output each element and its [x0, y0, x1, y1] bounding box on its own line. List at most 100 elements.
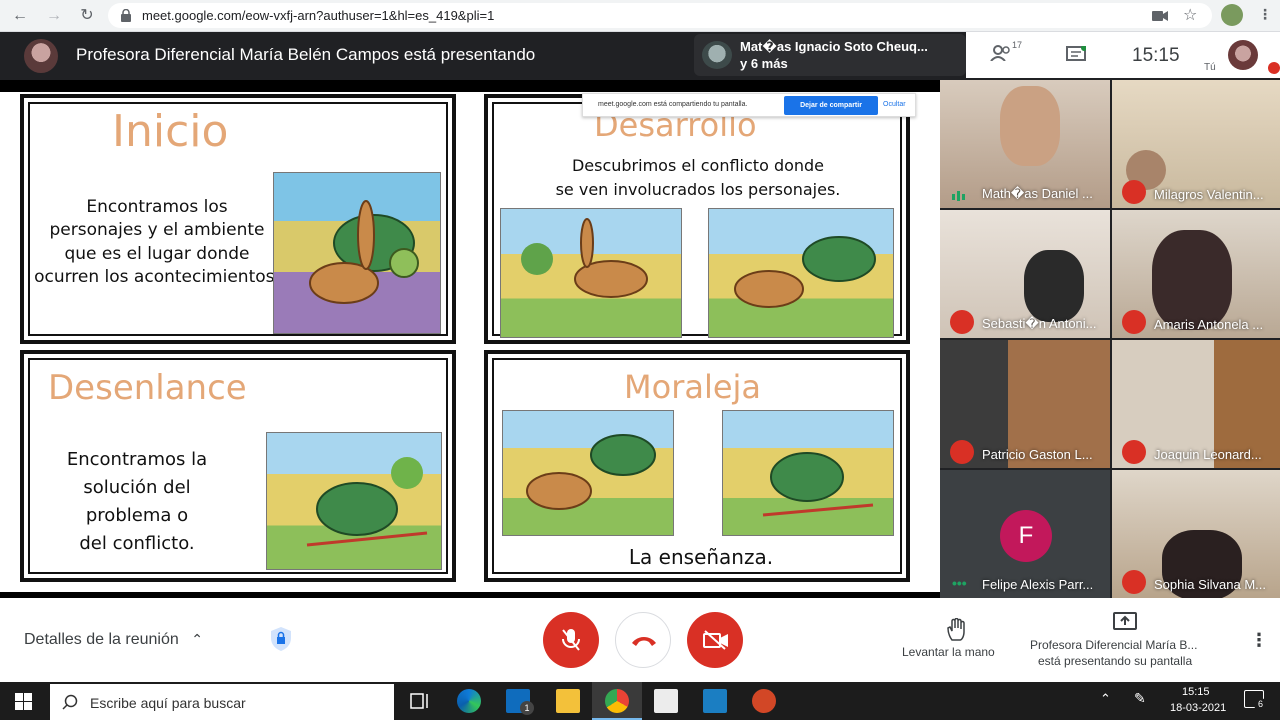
- powerpoint-icon[interactable]: [752, 689, 776, 713]
- panel-title: Moraleja: [624, 368, 762, 406]
- participant-name: Felipe Alexis Parr...: [982, 577, 1094, 592]
- people-count: 17: [1012, 40, 1023, 50]
- mail-icon[interactable]: 1: [506, 689, 534, 715]
- more-options-icon[interactable]: ⋮: [1250, 630, 1268, 651]
- forward-arrow-icon[interactable]: →: [44, 6, 64, 26]
- presenting-status-line1[interactable]: Profesora Diferencial María B...: [1030, 638, 1197, 652]
- end-call-button[interactable]: [615, 612, 671, 668]
- reload-icon[interactable]: ↻: [77, 6, 97, 26]
- notification-count: 6: [1254, 698, 1267, 711]
- meeting-details-button[interactable]: Detalles de la reunión ⌃: [24, 631, 203, 649]
- speaking-indicator-icon: [952, 188, 966, 201]
- photos-icon[interactable]: [703, 689, 727, 713]
- mic-muted-icon: [950, 440, 974, 464]
- you-label: Tú: [1204, 62, 1216, 73]
- task-view-icon[interactable]: [408, 689, 432, 713]
- meet-header: Profesora Diferencial María Belén Campos…: [0, 32, 1280, 80]
- participant-tile[interactable]: Patricio Gaston L...: [940, 340, 1110, 468]
- hare-running-illustration: [500, 208, 682, 338]
- participant-name: Milagros Valentin...: [1154, 187, 1264, 202]
- stop-sharing-button[interactable]: Dejar de compartir: [784, 96, 878, 115]
- tortoise-passing-illustration: [708, 208, 894, 338]
- mail-badge: 1: [520, 701, 534, 715]
- star-bookmark-icon[interactable]: ☆: [1183, 5, 1197, 25]
- profile-avatar[interactable]: [1221, 4, 1243, 26]
- video-feed: [1024, 250, 1084, 322]
- video-feed: [1000, 86, 1060, 166]
- speaker-avatar: [702, 41, 732, 69]
- participant-name: Sebasti�n Antoni...: [982, 316, 1097, 331]
- address-bar[interactable]: meet.google.com/eow-vxfj-arn?authuser=1&…: [108, 3, 1212, 28]
- active-speaker-chip[interactable]: Mat�as Ignacio Soto Cheuq... y 6 más: [694, 34, 966, 76]
- slide-panel-desenlance: Desenlance Encontramos la solución del p…: [20, 350, 456, 582]
- lock-icon: [121, 9, 131, 22]
- participant-tile[interactable]: Math�as Daniel ...: [940, 80, 1110, 208]
- hide-notice-link[interactable]: Ocultar: [883, 101, 906, 108]
- participant-name: Patricio Gaston L...: [982, 447, 1093, 462]
- meeting-clock: 15:15: [1132, 45, 1180, 66]
- file-explorer-icon[interactable]: [556, 689, 580, 713]
- share-notice-text: meet.google.com está compartiendo tu pan…: [598, 101, 748, 108]
- mic-muted-icon: [1122, 570, 1146, 594]
- search-placeholder: Escribe aquí para buscar: [90, 695, 246, 711]
- url-text: meet.google.com/eow-vxfj-arn?authuser=1&…: [142, 8, 495, 23]
- participant-tile[interactable]: Milagros Valentin...: [1112, 80, 1280, 208]
- tray-time[interactable]: 15:15: [1182, 686, 1210, 698]
- windows-start-icon[interactable]: [15, 693, 32, 710]
- presenter-avatar: [24, 39, 58, 73]
- speaker-more-count: y 6 más: [740, 56, 788, 71]
- tray-date[interactable]: 18-03-2021: [1170, 702, 1226, 714]
- pen-icon[interactable]: ✎: [1134, 690, 1146, 707]
- camera-off-button[interactable]: [687, 612, 743, 668]
- more-menu-icon[interactable]: ⋮: [1258, 6, 1272, 23]
- participant-tile[interactable]: Sophia Silvana M...: [1112, 470, 1280, 598]
- notification-icon[interactable]: 6: [1244, 690, 1267, 711]
- end-call-icon: [632, 637, 656, 646]
- raise-hand-icon[interactable]: [946, 618, 968, 642]
- chat-icon[interactable]: [1066, 46, 1086, 64]
- audio-dots-icon: •••: [952, 575, 967, 591]
- video-feed: [1152, 230, 1232, 330]
- presenting-status-line2: está presentando su pantalla: [1038, 654, 1193, 668]
- mic-off-button[interactable]: [543, 612, 599, 668]
- shield-lock-icon[interactable]: [270, 626, 292, 652]
- tortoise-wins-illustration: [722, 410, 894, 536]
- raise-hand-label[interactable]: Levantar la mano: [902, 645, 995, 659]
- meeting-controls: Detalles de la reunión ⌃ Levantar la man…: [0, 598, 1280, 682]
- search-icon: [62, 694, 78, 710]
- presentation-stage: Inicio Encontramos los personajes y el a…: [0, 80, 940, 598]
- participant-tile[interactable]: Joaquin Leonard...: [1112, 340, 1280, 468]
- tray-expand-icon[interactable]: ⌃: [1100, 691, 1111, 707]
- taskbar-search[interactable]: Escribe aquí para buscar: [50, 684, 394, 720]
- slide-panel-moraleja: Moraleja La enseñanza.: [484, 350, 910, 582]
- meeting-info-panel: 17 15:15 Tú: [966, 32, 1280, 78]
- store-icon[interactable]: [654, 689, 678, 713]
- slide-panel-inicio: Inicio Encontramos los personajes y el a…: [20, 94, 456, 344]
- speaker-name: Mat�as Ignacio Soto Cheuq...: [740, 39, 928, 54]
- back-arrow-icon[interactable]: ←: [10, 6, 30, 26]
- participant-name: Math�as Daniel ...: [982, 186, 1093, 201]
- presenter-title: Profesora Diferencial María Belén Campos…: [76, 45, 536, 64]
- slide-panel-desarrollo: Desarrollo Descubrimos el conflicto dond…: [484, 94, 910, 344]
- participant-initial-avatar: F: [1000, 510, 1052, 562]
- present-screen-icon[interactable]: [1113, 612, 1137, 630]
- participant-tile[interactable]: Amaris Antonela ...: [1112, 210, 1280, 338]
- shared-slide: Inicio Encontramos los personajes y el a…: [0, 92, 940, 592]
- windows-taskbar: Escribe aquí para buscar 1 ⌃ ✎ 15:15 18-…: [0, 682, 1280, 720]
- people-icon[interactable]: [990, 45, 1012, 61]
- camera-icon[interactable]: [1152, 9, 1168, 23]
- participant-name: Joaquin Leonard...: [1154, 447, 1262, 462]
- self-avatar: [1228, 40, 1258, 70]
- chrome-taskbar-active[interactable]: [592, 682, 642, 720]
- tortoise-finish-illustration: [266, 432, 442, 570]
- participant-tile[interactable]: F ••• Felipe Alexis Parr...: [940, 470, 1110, 598]
- edge-browser-icon[interactable]: [457, 689, 481, 713]
- participant-tile[interactable]: Sebasti�n Antoni...: [940, 210, 1110, 338]
- panel-body: Descubrimos el conflicto donde se ven in…: [555, 156, 841, 199]
- tortoise-hare-meeting-illustration: [502, 410, 674, 536]
- participant-grid: Math�as Daniel ... Milagros Valentin... …: [940, 80, 1280, 598]
- chrome-icon: [605, 689, 629, 713]
- hare-tortoise-illustration: [273, 172, 441, 334]
- mic-muted-icon: [1122, 180, 1146, 204]
- self-muted-badge: [1268, 62, 1280, 74]
